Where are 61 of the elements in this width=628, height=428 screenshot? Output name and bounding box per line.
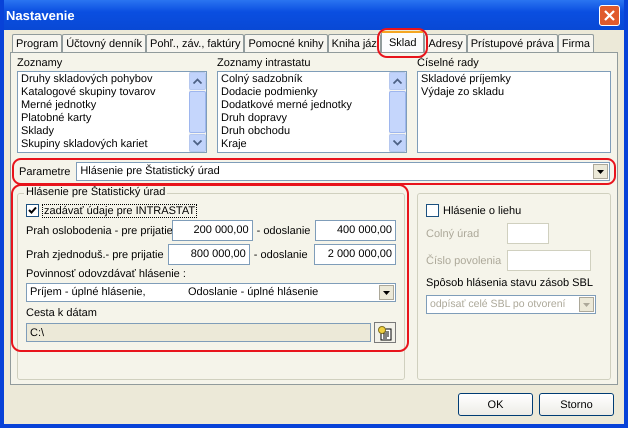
list-item[interactable]: Katalogové skupiny tovarov xyxy=(21,86,186,99)
list-item[interactable]: Druhy skladových pohybov xyxy=(21,73,186,86)
checkbox-label: Hlásenie o liehu xyxy=(443,204,522,216)
dialog-button[interactable]: OK xyxy=(458,393,533,416)
list-item[interactable]: Kraje xyxy=(221,138,386,151)
input-field[interactable]: 400 000,00 xyxy=(315,220,396,241)
input-field[interactable]: 800 000,00 xyxy=(168,244,250,265)
list-item[interactable]: Skupiny skladových kariet xyxy=(21,138,186,151)
list-item[interactable]: Sklady xyxy=(21,125,186,138)
field-label: Spôsob hlásenia stavu zásob SBL xyxy=(426,277,594,289)
dialog-button[interactable]: Storno xyxy=(539,393,614,416)
tab[interactable]: Pohľ., záv., faktúry xyxy=(146,34,244,52)
list-label: Číselné rady xyxy=(417,57,480,69)
input-field[interactable]: 200 000,00 xyxy=(172,220,253,241)
field-label: Prah zjednoduš.- pre prijatie xyxy=(26,248,164,260)
field-label: Povinnosť odovzdávať hlásenie : xyxy=(26,268,187,280)
close-button[interactable] xyxy=(599,4,620,26)
list-item[interactable]: Colný sadzobník xyxy=(221,73,386,86)
input-field[interactable] xyxy=(507,223,549,244)
list-item[interactable]: Skladové príjemky xyxy=(421,73,607,86)
list-item[interactable]: Výdaje zo skladu xyxy=(421,86,607,99)
input-field[interactable] xyxy=(507,250,591,271)
scrollbar[interactable] xyxy=(189,72,206,152)
browse-button[interactable] xyxy=(374,322,396,343)
tab[interactable]: Program xyxy=(12,34,62,52)
list-label: Zoznamy intrastatu xyxy=(217,57,312,69)
tab[interactable]: Sklad xyxy=(380,31,424,52)
list-item[interactable]: Dodacie podmienky xyxy=(221,86,386,99)
parameter-label: Parametre xyxy=(19,166,70,178)
tab[interactable]: Firma xyxy=(558,34,594,52)
input-field[interactable]: 2 000 000,00 xyxy=(314,244,396,265)
tab[interactable]: Účtovný denník xyxy=(62,34,146,52)
tab[interactable]: Prístupové práva xyxy=(466,34,558,52)
scrollbar[interactable] xyxy=(389,72,406,152)
field-label: Cesta k dátam xyxy=(26,307,98,319)
list-item[interactable]: Dodatkové merné jednotky xyxy=(221,99,386,112)
checkbox-label: zadávať údaje pre INTRASTAT xyxy=(43,204,196,216)
document-icon xyxy=(377,324,393,340)
tab[interactable]: Pomocné knihy xyxy=(244,34,328,52)
list-item[interactable]: Druh dopravy xyxy=(221,112,386,125)
list-item[interactable]: Platobné karty xyxy=(21,112,186,125)
window-title: Nastavenie xyxy=(6,8,75,22)
list-item[interactable]: Druh obchodu xyxy=(221,125,386,138)
field-label: - odoslanie xyxy=(254,248,309,260)
checkbox[interactable] xyxy=(426,204,439,217)
field-label: Číslo povolenia xyxy=(426,254,501,266)
checkbox[interactable] xyxy=(26,204,39,217)
tab[interactable]: Kniha jáz xyxy=(328,34,381,52)
parameter-dropdown[interactable]: Hlásenie pre Štatistický úrad xyxy=(76,162,610,181)
dropdown-arrow-icon xyxy=(383,290,390,294)
dropdown-arrow-icon xyxy=(583,302,590,306)
close-icon xyxy=(603,8,616,22)
field-label: - odoslanie xyxy=(256,224,312,236)
field-label: Colný úrad xyxy=(426,228,480,240)
list-item[interactable]: Merné jednotky xyxy=(21,99,186,112)
list-label: Zoznamy xyxy=(17,57,64,69)
dropdown-arrow-icon xyxy=(597,170,604,174)
group-title: Hlásenie pre Štatistický úrad xyxy=(24,186,168,198)
tab[interactable]: Adresy xyxy=(424,34,467,52)
duty-dropdown[interactable]: Príjem - úplné hlásenie, Odoslanie - úplné hlásenie xyxy=(26,283,396,302)
path-field[interactable]: C:\ xyxy=(26,323,371,342)
